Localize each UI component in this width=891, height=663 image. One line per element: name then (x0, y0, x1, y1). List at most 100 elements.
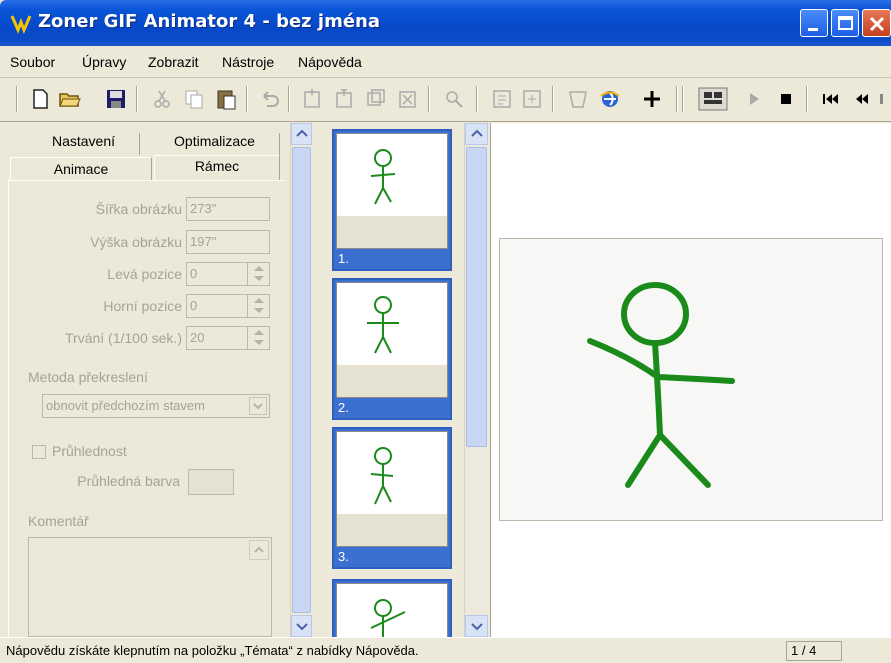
new-icon[interactable] (28, 87, 52, 111)
close-button[interactable] (862, 9, 891, 37)
scroll-thumb[interactable] (466, 147, 487, 447)
toolbar-separator (552, 86, 554, 112)
height-field[interactable]: 197" (186, 230, 270, 254)
toolbar (0, 78, 891, 122)
properties-panel: Nastavení Optimalizace Animace Rámec Šíř… (0, 123, 290, 637)
animation-canvas[interactable] (499, 238, 883, 521)
redraw-method-select[interactable]: obnovit předchozím stavem (42, 394, 270, 418)
prev-frame-icon[interactable] (850, 87, 874, 111)
tab-ramec[interactable]: Rámec (154, 155, 280, 181)
frame-thumbnail[interactable]: 1. (332, 129, 452, 271)
add-icon[interactable] (640, 87, 664, 111)
scroll-down-icon[interactable] (465, 615, 488, 637)
app-logo-icon (10, 15, 32, 34)
toolbar-separator (428, 86, 430, 112)
transparent-color-label: Průhledná barva (77, 473, 180, 489)
stick-figure-icon (587, 282, 735, 488)
menu-nastroje[interactable]: Nástroje (222, 54, 274, 70)
frame-thumbnail[interactable]: 3. (332, 427, 452, 569)
stick-figure-icon (367, 296, 399, 354)
undo-icon[interactable] (258, 87, 282, 111)
frame-image (336, 282, 448, 398)
first-frame-icon[interactable] (818, 87, 842, 111)
stick-figure-icon (370, 149, 396, 205)
height-label: Výška obrázku (90, 234, 182, 250)
width-field[interactable]: 273" (186, 197, 270, 221)
duration-field[interactable]: 20 (186, 326, 270, 350)
redraw-method-value: obnovit předchozím stavem (46, 398, 205, 413)
stick-figure-icon (370, 447, 394, 505)
frame-image (336, 133, 448, 249)
animation-icon[interactable] (698, 87, 728, 111)
menu-zobrazit[interactable]: Zobrazit (148, 54, 199, 70)
minimize-button[interactable] (800, 9, 828, 37)
menu-napoveda[interactable]: Nápověda (298, 54, 362, 70)
top-position-spinner[interactable] (247, 294, 269, 318)
scroll-up-icon[interactable] (465, 123, 488, 145)
comment-textarea[interactable] (28, 537, 272, 637)
play-icon[interactable] (742, 87, 766, 111)
wizard-icon[interactable] (566, 87, 590, 111)
chevron-down-icon[interactable] (249, 397, 267, 415)
toolbar-separator (476, 86, 478, 112)
frame-image (336, 583, 448, 641)
status-bar: Nápovědu získáte klepnutím na položku „T… (0, 637, 891, 663)
insert-frame-icon[interactable] (332, 87, 356, 111)
frame-thumbnail[interactable] (332, 579, 452, 641)
toolbar-separator (806, 86, 808, 112)
properties-icon[interactable] (490, 87, 514, 111)
transparency-checkbox[interactable] (32, 445, 46, 459)
frame-number: 1. (338, 251, 349, 266)
tab-animace[interactable]: Animace (10, 157, 152, 181)
title-bar[interactable]: Zoner GIF Animator 4 - bez jména (0, 0, 891, 46)
transparent-color-button[interactable] (188, 469, 234, 495)
paste-icon[interactable] (214, 87, 238, 111)
duration-spinner[interactable] (247, 326, 269, 350)
scroll-thumb[interactable] (292, 147, 311, 613)
status-text: Nápovědu získáte klepnutím na položku „T… (6, 643, 419, 658)
add-frame-icon[interactable] (300, 87, 324, 111)
next-frame-icon[interactable] (878, 87, 891, 111)
menu-upravy[interactable]: Úpravy (82, 54, 126, 70)
menu-soubor[interactable]: Soubor (10, 54, 55, 70)
frame-strip (337, 216, 447, 248)
frame-strip (337, 514, 447, 546)
expand-icon[interactable] (520, 87, 544, 111)
minimize-icon (808, 28, 818, 31)
left-position-spinner[interactable] (247, 262, 269, 286)
frame-thumbnail[interactable]: 2. (332, 278, 452, 420)
window-title: Zoner GIF Animator 4 - bez jména (38, 11, 381, 32)
frames-scrollbar[interactable] (464, 123, 488, 637)
browser-preview-icon[interactable] (598, 87, 622, 111)
top-position-field[interactable]: 0 (186, 294, 270, 318)
toolbar-separator (246, 86, 248, 112)
scroll-up-icon[interactable] (291, 123, 312, 145)
tab-nastaveni[interactable]: Nastavení (28, 133, 140, 155)
toolbar-separator (136, 86, 138, 112)
tab-optimalizace[interactable]: Optimalizace (150, 133, 280, 155)
frame-counter: 1 / 4 (786, 641, 842, 661)
properties-scrollbar[interactable] (290, 123, 312, 637)
maximize-button[interactable] (831, 9, 859, 37)
width-label: Šířka obrázku (95, 201, 182, 217)
left-position-field[interactable]: 0 (186, 262, 270, 286)
frame-number: 3. (338, 549, 349, 564)
top-position-value: 0 (190, 298, 198, 313)
open-icon[interactable] (58, 87, 82, 111)
frame-number: 2. (338, 400, 349, 415)
scroll-down-icon[interactable] (291, 615, 312, 637)
optimize-icon[interactable] (442, 87, 466, 111)
stick-figure-icon (370, 599, 406, 640)
comment-label: Komentář (28, 513, 89, 529)
frame-strip (337, 365, 447, 397)
maximize-icon (838, 16, 853, 30)
top-position-label: Horní pozice (103, 298, 182, 314)
duplicate-frame-icon[interactable] (364, 87, 388, 111)
stop-icon[interactable] (774, 87, 798, 111)
delete-frame-icon[interactable] (396, 87, 420, 111)
cut-icon[interactable] (150, 87, 174, 111)
comment-scroll-up[interactable] (249, 540, 269, 560)
save-icon[interactable] (104, 87, 128, 111)
left-position-value: 0 (190, 266, 198, 281)
copy-icon[interactable] (182, 87, 206, 111)
